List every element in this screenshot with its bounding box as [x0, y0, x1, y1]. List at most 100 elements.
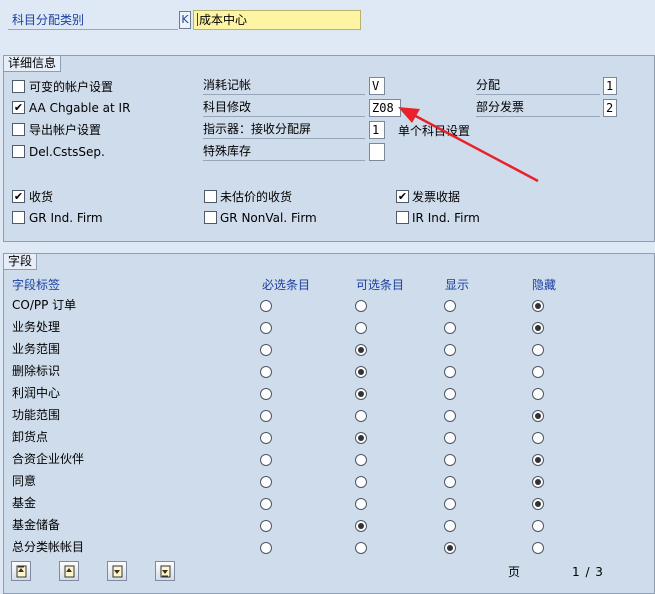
radio-required[interactable]: [260, 366, 272, 378]
radio-optional[interactable]: [355, 454, 367, 466]
radio-optional[interactable]: [355, 542, 367, 554]
radio-required[interactable]: [260, 454, 272, 466]
label-non-valuated-gr: 未估价的收货: [220, 190, 293, 204]
radio-optional[interactable]: [355, 498, 367, 510]
radio-display[interactable]: [444, 366, 456, 378]
field-consumption-posting[interactable]: V: [369, 77, 385, 95]
checkbox-non-valuated-gr[interactable]: [204, 190, 217, 203]
checkbox-gr-nonval-firm[interactable]: [204, 211, 217, 224]
radio-display[interactable]: [444, 322, 456, 334]
radio-hide[interactable]: [532, 542, 544, 554]
radio-optional[interactable]: [355, 476, 367, 488]
field-row-label: CO/PP 订单: [12, 298, 77, 312]
radio-optional[interactable]: [355, 366, 367, 378]
radio-required[interactable]: [260, 542, 272, 554]
radio-required[interactable]: [260, 300, 272, 312]
previous-page-icon: [64, 565, 75, 578]
field-row-label: 卸货点: [12, 430, 49, 444]
field-row-label: 业务处理: [12, 320, 61, 334]
account-assignment-category-label: 科目分配类别: [8, 11, 178, 30]
radio-hide[interactable]: [532, 322, 544, 334]
radio-hide[interactable]: [532, 388, 544, 400]
radio-hide[interactable]: [532, 454, 544, 466]
label-ir-ind-firm: IR Ind. Firm: [412, 211, 480, 225]
checkbox-del-csts-sep[interactable]: [12, 145, 25, 158]
radio-display[interactable]: [444, 476, 456, 488]
field-row-label: 删除标识: [12, 364, 61, 378]
field-row-label: 基金: [12, 496, 37, 510]
field-special-stock[interactable]: [369, 143, 385, 161]
radio-optional[interactable]: [355, 344, 367, 356]
fields-panel: 字段: [3, 253, 655, 594]
radio-required[interactable]: [260, 432, 272, 444]
next-page-button[interactable]: [107, 561, 127, 581]
radio-optional[interactable]: [355, 300, 367, 312]
radio-optional[interactable]: [355, 322, 367, 334]
radio-display[interactable]: [444, 432, 456, 444]
previous-page-button[interactable]: [59, 561, 79, 581]
radio-optional[interactable]: [355, 432, 367, 444]
checkbox-ir-ind-firm[interactable]: [396, 211, 409, 224]
radio-required[interactable]: [260, 498, 272, 510]
label-distribution: 分配: [476, 77, 600, 95]
field-distribution[interactable]: 1: [603, 77, 617, 95]
last-page-button[interactable]: [155, 561, 175, 581]
checkbox-goods-receipt[interactable]: [12, 190, 25, 203]
radio-required[interactable]: [260, 520, 272, 532]
radio-display[interactable]: [444, 410, 456, 422]
radio-hide[interactable]: [532, 366, 544, 378]
details-panel-title: 详细信息: [4, 56, 62, 72]
checkbox-aa-chgable-at-ir[interactable]: [12, 101, 25, 114]
radio-required[interactable]: [260, 344, 272, 356]
radio-required[interactable]: [260, 476, 272, 488]
field-goods-receipt-distribution[interactable]: 1: [369, 121, 385, 139]
field-row-label: 利润中心: [12, 386, 61, 400]
label-special-stock: 特殊库存: [203, 143, 365, 161]
checkbox-gr-ind-firm[interactable]: [12, 211, 25, 224]
account-assignment-description-text: 成本中心: [199, 13, 248, 27]
page-indicator: 1 / 3: [572, 565, 604, 579]
radio-hide[interactable]: [532, 498, 544, 510]
radio-display[interactable]: [444, 388, 456, 400]
last-page-icon: [160, 565, 171, 578]
header-hide: 隐藏: [532, 278, 557, 292]
header-optional-entry: 可选条目: [356, 278, 405, 292]
page-label: 页: [508, 565, 521, 579]
label-gr-ind-firm: GR Ind. Firm: [29, 211, 103, 225]
checkbox-invoice-receipt[interactable]: [396, 190, 409, 203]
radio-display[interactable]: [444, 344, 456, 356]
field-row-label: 总分类帐帐目: [12, 540, 85, 554]
account-assignment-key: K: [179, 11, 191, 29]
radio-hide[interactable]: [532, 476, 544, 488]
radio-required[interactable]: [260, 410, 272, 422]
header-display: 显示: [445, 278, 470, 292]
first-page-button[interactable]: [11, 561, 31, 581]
radio-display[interactable]: [444, 542, 456, 554]
label-consumption-posting: 消耗记帐: [203, 77, 365, 95]
radio-display[interactable]: [444, 520, 456, 532]
label-invoice-receipt: 发票收据: [412, 190, 461, 204]
radio-display[interactable]: [444, 300, 456, 312]
label-derive-account-setting: 导出帐户设置: [29, 123, 102, 137]
account-assignment-description[interactable]: 成本中心: [193, 10, 361, 30]
checkbox-derive-account-setting[interactable]: [12, 123, 25, 136]
field-row-label: 同意: [12, 474, 37, 488]
radio-display[interactable]: [444, 498, 456, 510]
field-partial-invoice[interactable]: 2: [603, 99, 617, 117]
radio-hide[interactable]: [532, 344, 544, 356]
label-goods-receipt: 收货: [29, 190, 54, 204]
next-page-icon: [112, 565, 123, 578]
radio-display[interactable]: [444, 454, 456, 466]
radio-hide[interactable]: [532, 520, 544, 532]
checkbox-variable-account-setting[interactable]: [12, 80, 25, 93]
fields-panel-title: 字段: [4, 254, 38, 270]
label-del-csts-sep: Del.CstsSep.: [29, 145, 105, 159]
radio-optional[interactable]: [355, 520, 367, 532]
radio-optional[interactable]: [355, 410, 367, 422]
radio-hide[interactable]: [532, 410, 544, 422]
radio-hide[interactable]: [532, 432, 544, 444]
radio-required[interactable]: [260, 322, 272, 334]
radio-required[interactable]: [260, 388, 272, 400]
radio-hide[interactable]: [532, 300, 544, 312]
radio-optional[interactable]: [355, 388, 367, 400]
